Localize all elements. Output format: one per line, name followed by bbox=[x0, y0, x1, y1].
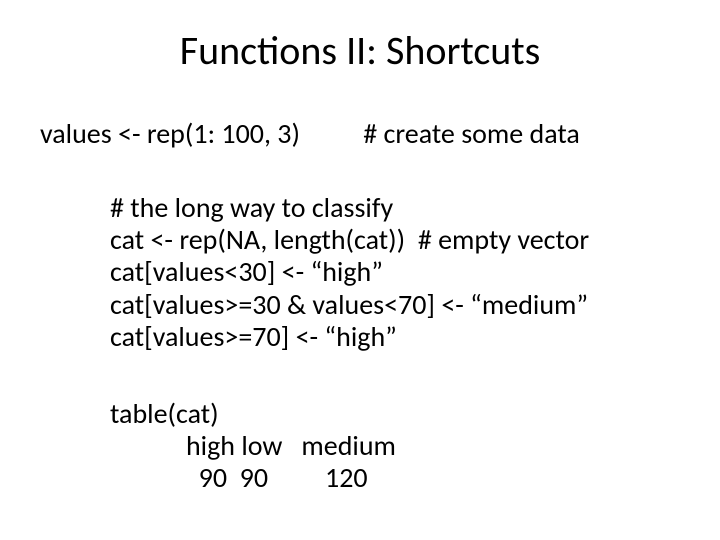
code-line-values: values <- rep(1: 100, 3) # create some d… bbox=[40, 118, 580, 150]
slide-title: Functions II: Shortcuts bbox=[0, 26, 720, 75]
code-block-classify: # the long way to classify cat <- rep(NA… bbox=[110, 192, 589, 353]
code-block-table: table(cat) high low medium 90 90 120 bbox=[110, 398, 396, 495]
slide: Functions II: Shortcuts values <- rep(1:… bbox=[0, 0, 720, 540]
